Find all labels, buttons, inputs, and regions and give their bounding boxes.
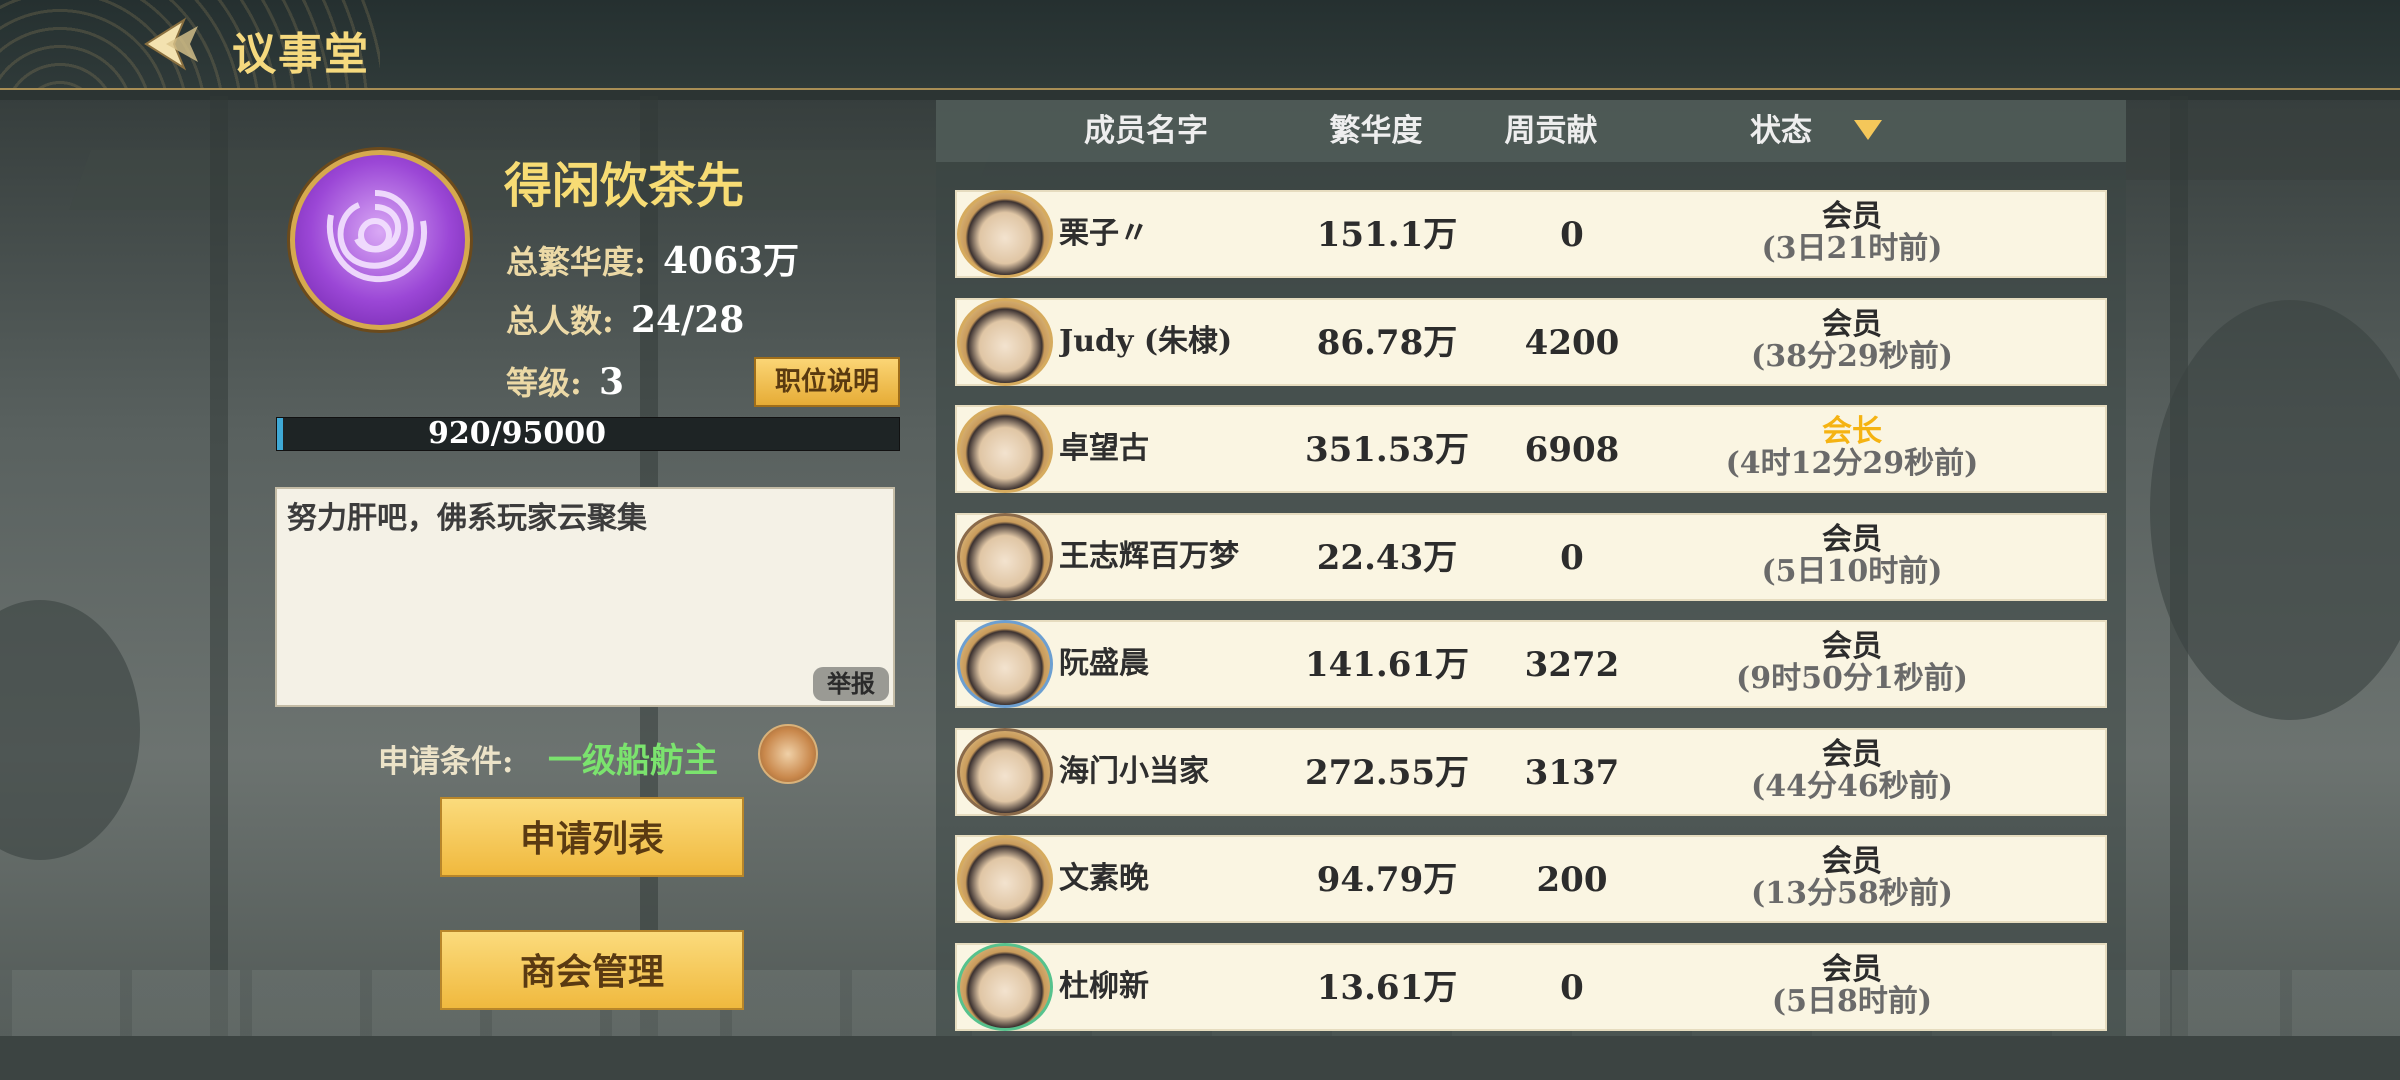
member-avatar[interactable]: [957, 620, 1053, 708]
member-prosperity: 351.53万: [1304, 430, 1470, 470]
table-row[interactable]: 海门小当家 272.55万 3137 会员 (44分46秒前): [955, 728, 2107, 816]
ground: [0, 1036, 2400, 1080]
table-row[interactable]: 卓望古 351.53万 6908 会长 (4时12分29秒前): [955, 405, 2107, 493]
member-role: 会长: [1822, 414, 1882, 449]
member-name: 海门小当家: [1059, 754, 1209, 789]
member-last-online: (5日10时前): [1761, 554, 1943, 589]
member-avatar[interactable]: [957, 190, 1053, 278]
member-table: 成员名字 繁华度 周贡献 状态 栗子〃 151.1万 0 会员 (3日21时前) Judy…: [936, 100, 2126, 1036]
guild-notice: 努力肝吧，佛系玩家云聚集 举报: [275, 487, 895, 707]
member-last-online: (38分29秒前): [1751, 339, 1953, 374]
member-prosperity: 151.1万: [1316, 215, 1458, 255]
member-contribution: 0: [1560, 968, 1584, 1008]
apply-condition-value: 一级船舫主: [548, 741, 718, 781]
member-role: 会员: [1822, 522, 1882, 557]
back-arrow-icon[interactable]: [140, 14, 204, 74]
table-row[interactable]: 阮盛晨 141.61万 3272 会员 (9时50分1秒前): [955, 620, 2107, 708]
member-name: 文素晚: [1059, 861, 1149, 896]
guild-notice-text: 努力肝吧，佛系玩家云聚集: [287, 501, 647, 536]
member-prosperity: 13.61万: [1316, 968, 1458, 1008]
member-name: Judy (朱棣): [1059, 324, 1233, 359]
member-contribution: 3272: [1524, 645, 1620, 685]
member-avatar[interactable]: [957, 835, 1053, 923]
member-role: 会员: [1822, 952, 1882, 987]
member-contribution: 6908: [1524, 430, 1620, 470]
guild-name: 得闲饮茶先: [504, 158, 745, 214]
member-name: 王志辉百万梦: [1059, 539, 1239, 574]
member-avatar[interactable]: [957, 728, 1053, 816]
header-weekly-contribution[interactable]: 周贡献: [1476, 100, 1626, 162]
member-name: 卓望古: [1059, 431, 1149, 466]
total-members-label: 总人数:: [506, 302, 614, 340]
member-last-online: (4时12分29秒前): [1725, 446, 1979, 481]
member-role: 会员: [1822, 199, 1882, 234]
role-description-button[interactable]: 职位说明: [754, 357, 900, 407]
member-last-online: (13分58秒前): [1751, 876, 1953, 911]
total-prosperity-label: 总繁华度:: [506, 243, 646, 281]
table-row[interactable]: 杜柳新 13.61万 0 会员 (5日8时前): [955, 943, 2107, 1031]
member-avatar[interactable]: [957, 513, 1053, 601]
member-prosperity: 141.61万: [1304, 645, 1470, 685]
member-prosperity: 22.43万: [1316, 538, 1458, 578]
experience-text: 920/95000: [428, 416, 606, 451]
apply-condition-label: 申请条件:: [378, 744, 514, 780]
member-role: 会员: [1822, 844, 1882, 879]
page-title: 议事堂: [232, 29, 370, 80]
experience-bar: 920/95000: [276, 417, 900, 451]
member-avatar[interactable]: [957, 943, 1053, 1031]
bowl-icon: [758, 724, 818, 784]
table-row[interactable]: 文素晚 94.79万 200 会员 (13分58秒前): [955, 835, 2107, 923]
header-status[interactable]: 状态: [1726, 100, 1836, 162]
member-role: 会员: [1822, 629, 1882, 664]
member-contribution: 4200: [1524, 323, 1620, 363]
member-prosperity: 94.79万: [1316, 860, 1458, 900]
total-members: 总人数: 24/28: [506, 296, 744, 342]
guild-level-value: 3: [598, 361, 625, 403]
pillar: [210, 96, 228, 1056]
table-row[interactable]: 栗子〃 151.1万 0 会员 (3日21时前): [955, 190, 2107, 278]
table-row[interactable]: 王志辉百万梦 22.43万 0 会员 (5日10时前): [955, 513, 2107, 601]
report-button[interactable]: 举报: [813, 667, 889, 701]
sort-down-icon[interactable]: [1854, 120, 1882, 140]
table-header: 成员名字 繁华度 周贡献 状态: [936, 100, 2126, 162]
member-role: 会员: [1822, 307, 1882, 342]
member-last-online: (9时50分1秒前): [1736, 661, 1968, 696]
member-last-online: (44分46秒前): [1751, 769, 1953, 804]
apply-list-button[interactable]: 申请列表: [440, 797, 744, 877]
member-contribution: 0: [1560, 215, 1584, 255]
member-prosperity: 272.55万: [1304, 753, 1470, 793]
member-avatar[interactable]: [957, 405, 1053, 493]
member-avatar[interactable]: [957, 298, 1053, 386]
member-last-online: (3日21时前): [1761, 231, 1943, 266]
member-last-online: (5日8时前): [1771, 984, 1933, 1019]
total-members-value: 24/28: [630, 299, 745, 341]
member-name: 阮盛晨: [1059, 646, 1149, 681]
guild-level: 等级: 3: [506, 358, 624, 404]
member-contribution: 200: [1536, 860, 1608, 900]
tree-shape: [0, 600, 140, 860]
member-contribution: 3137: [1524, 753, 1620, 793]
header-member-name[interactable]: 成员名字: [1016, 100, 1276, 162]
member-name: 栗子〃: [1059, 216, 1149, 251]
member-contribution: 0: [1560, 538, 1584, 578]
total-prosperity-value: 4063万: [662, 240, 800, 282]
member-name: 杜柳新: [1059, 969, 1149, 1004]
header-prosperity[interactable]: 繁华度: [1276, 100, 1476, 162]
member-role: 会员: [1822, 737, 1882, 772]
guild-manage-button[interactable]: 商会管理: [440, 930, 744, 1010]
top-bar: 议事堂: [0, 0, 2400, 90]
member-prosperity: 86.78万: [1316, 323, 1458, 363]
total-prosperity: 总繁华度: 4063万: [506, 232, 799, 284]
table-row[interactable]: Judy (朱棣) 86.78万 4200 会员 (38分29秒前): [955, 298, 2107, 386]
guild-level-label: 等级:: [506, 364, 582, 402]
rose-emblem-icon: [290, 150, 470, 330]
